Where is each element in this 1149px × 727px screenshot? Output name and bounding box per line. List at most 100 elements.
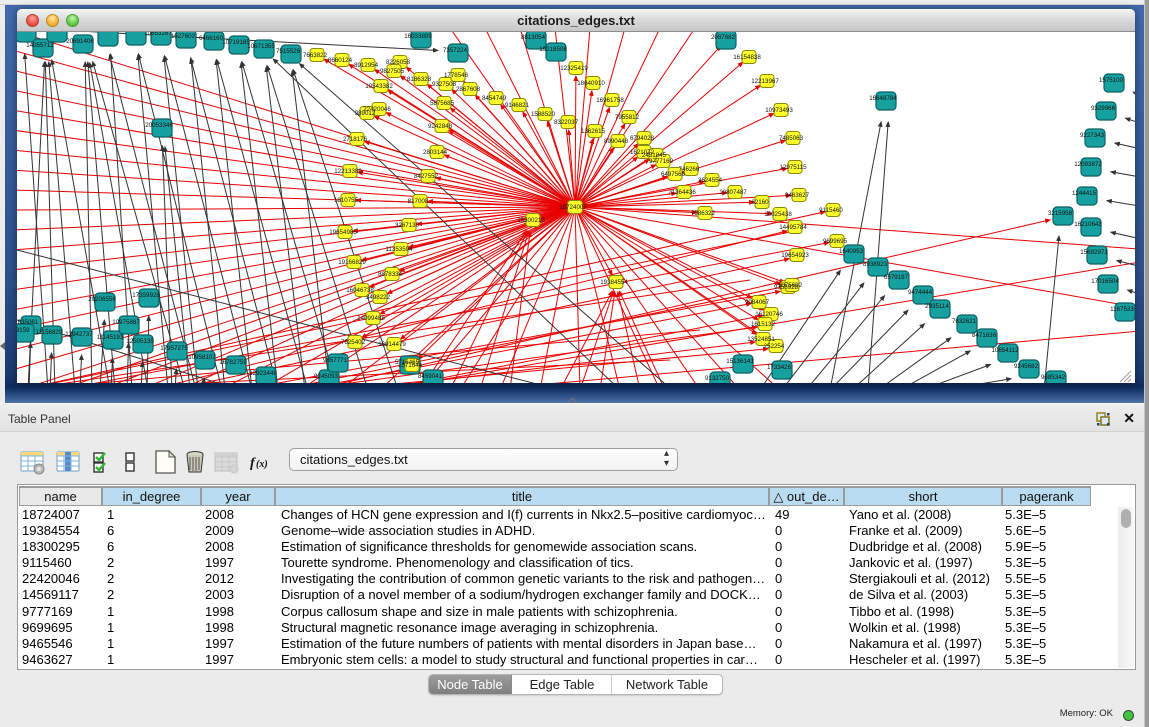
svg-text:19654923: 19654923 [781, 252, 809, 259]
svg-text:10958107: 10958107 [188, 354, 216, 361]
svg-text:12213967: 12213967 [751, 78, 779, 85]
svg-text:16210643: 16210643 [1074, 221, 1102, 228]
svg-text:9146821: 9146821 [505, 102, 530, 109]
svg-text:8454749: 8454749 [482, 95, 507, 102]
svg-text:12942737: 12942737 [65, 331, 93, 338]
svg-text:9827505: 9827505 [380, 68, 405, 75]
svg-text:9227343: 9227343 [1080, 132, 1105, 139]
svg-text:7632621: 7632621 [952, 318, 977, 325]
svg-text:16648784: 16648784 [869, 95, 897, 102]
svg-text:252254: 252254 [764, 343, 785, 350]
svg-text:8912954: 8912954 [354, 62, 379, 69]
svg-text:14495784: 14495784 [779, 224, 807, 231]
svg-text:20206556: 20206556 [88, 296, 116, 303]
svg-text:9084067: 9084067 [745, 299, 770, 306]
svg-text:9245682: 9245682 [1014, 363, 1039, 370]
svg-text:11353594: 11353594 [385, 246, 413, 253]
svg-text:16154838: 16154838 [733, 54, 761, 61]
svg-text:8938923: 8938923 [863, 261, 888, 268]
svg-text:8660124: 8660124 [328, 57, 353, 64]
svg-text:3624554: 3624554 [698, 177, 723, 184]
svg-text:11156829: 11156829 [36, 329, 63, 336]
svg-text:1615132: 1615132 [751, 321, 776, 328]
svg-text:9699695: 9699695 [823, 238, 848, 245]
svg-text:9685342: 9685342 [1041, 374, 1066, 381]
svg-text:16914479: 16914479 [378, 341, 406, 348]
svg-text:12505135: 12505135 [126, 338, 154, 345]
svg-text:19384554: 19384554 [600, 279, 628, 286]
svg-text:15136141: 15136141 [726, 358, 754, 365]
svg-text:1527602: 1527602 [171, 33, 196, 40]
svg-text:3215958: 3215958 [1048, 210, 1073, 217]
svg-text:21364436: 21364436 [668, 189, 696, 196]
svg-text:1571644: 1571644 [398, 362, 423, 369]
svg-text:12325419: 12325419 [560, 65, 588, 72]
svg-text:8878334: 8878334 [378, 271, 403, 278]
svg-text:9115460: 9115460 [819, 207, 843, 214]
svg-text:1588520: 1588520 [531, 111, 556, 118]
svg-text:7986322: 7986322 [691, 210, 716, 217]
svg-text:5875685: 5875685 [430, 100, 455, 107]
svg-text:746266: 746266 [679, 166, 700, 173]
svg-text:9242848: 9242848 [428, 123, 453, 130]
svg-text:2935114: 2935114 [925, 303, 949, 310]
svg-text:17016504: 17016504 [1091, 278, 1119, 285]
svg-text:8813054: 8813054 [521, 34, 546, 41]
svg-text:16120746: 16120746 [755, 311, 783, 318]
svg-text:1778546: 1778546 [444, 72, 469, 79]
svg-text:2867608: 2867608 [456, 86, 481, 93]
svg-text:10671355: 10671355 [247, 43, 275, 50]
svg-text:6579197: 6579197 [884, 274, 909, 281]
svg-text:8471636: 8471636 [972, 332, 997, 339]
svg-text:11145193: 11145193 [97, 334, 124, 341]
svg-text:19166829: 19166829 [338, 259, 366, 266]
svg-text:10543382: 10543382 [365, 83, 393, 90]
svg-text:(x): (x) [256, 459, 268, 470]
svg-text:18724007: 18724007 [559, 204, 587, 211]
svg-text:39159: 39159 [17, 327, 30, 334]
svg-text:12923446: 12923446 [249, 370, 277, 377]
svg-text:7625402: 7625402 [341, 339, 366, 346]
svg-text:8459041: 8459041 [418, 373, 443, 380]
svg-text:16033809: 16033809 [404, 33, 432, 40]
svg-text:10973493: 10973493 [765, 107, 793, 114]
svg-text:17359928: 17359928 [132, 292, 160, 299]
svg-text:15692971: 15692971 [1080, 249, 1108, 256]
svg-text:817008: 817008 [408, 198, 429, 205]
svg-text:20053346: 20053346 [145, 122, 173, 129]
svg-text:6794028: 6794028 [630, 135, 655, 142]
svg-text:14099488: 14099488 [357, 315, 385, 322]
svg-text:16961758: 16961758 [596, 97, 624, 104]
svg-text:17957275: 17957275 [160, 345, 188, 352]
svg-text:8322037: 8322037 [554, 119, 579, 126]
svg-text:18640910: 18640910 [577, 80, 605, 87]
svg-text:835061: 835061 [18, 319, 39, 326]
svg-text:2718176: 2718176 [343, 136, 368, 143]
svg-text:7357224: 7357224 [443, 47, 468, 54]
svg-text:9857771: 9857771 [323, 357, 348, 364]
svg-text:8226058: 8226058 [386, 59, 411, 66]
svg-text:12093872: 12093872 [1074, 161, 1102, 168]
svg-text:9777169: 9777169 [649, 158, 674, 165]
svg-text:9327508: 9327508 [432, 81, 457, 88]
svg-text:2087682: 2087682 [711, 34, 736, 41]
svg-text:165441: 165441 [17, 32, 34, 34]
svg-text:7515526: 7515526 [276, 48, 301, 55]
svg-text:10975887: 10975887 [112, 319, 140, 326]
svg-text:9474444: 9474444 [908, 289, 933, 296]
svg-text:6466160: 6466160 [199, 35, 224, 42]
svg-text:1244415: 1244415 [1072, 190, 1097, 197]
svg-text:19218506: 19218506 [539, 46, 567, 53]
svg-text:7955812: 7955812 [615, 114, 640, 121]
svg-text:1075692: 1075692 [778, 282, 803, 289]
svg-text:14055712: 14055712 [26, 42, 54, 49]
svg-text:25300213: 25300213 [517, 217, 545, 224]
svg-text:1810755: 1810755 [334, 197, 359, 204]
svg-text:62160: 62160 [751, 199, 769, 206]
svg-text:13524851: 13524851 [747, 336, 775, 343]
svg-text:9329966: 9329966 [1091, 105, 1116, 112]
svg-text:1575100: 1575100 [1099, 77, 1124, 84]
svg-text:9245093: 9245093 [314, 373, 339, 380]
svg-text:9463627: 9463627 [785, 192, 810, 199]
svg-text:19654985: 19654985 [329, 229, 357, 236]
